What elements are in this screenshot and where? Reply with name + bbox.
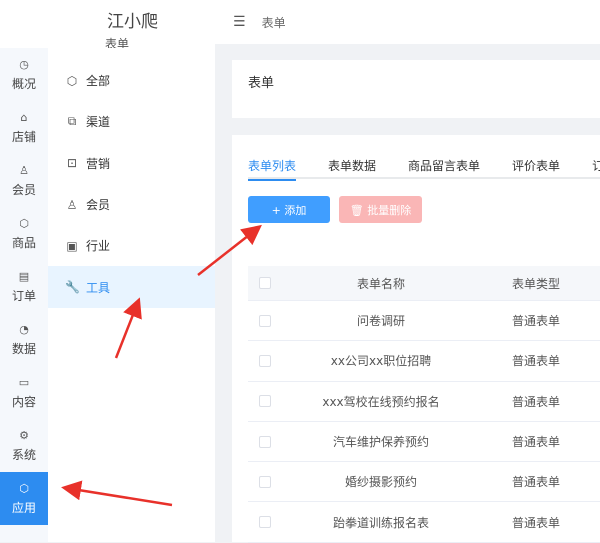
annotation-arrows	[61, 224, 262, 507]
annotation-arrow	[197, 224, 262, 276]
annotation-arrow	[114, 297, 142, 359]
annotation-arrow	[61, 480, 173, 507]
